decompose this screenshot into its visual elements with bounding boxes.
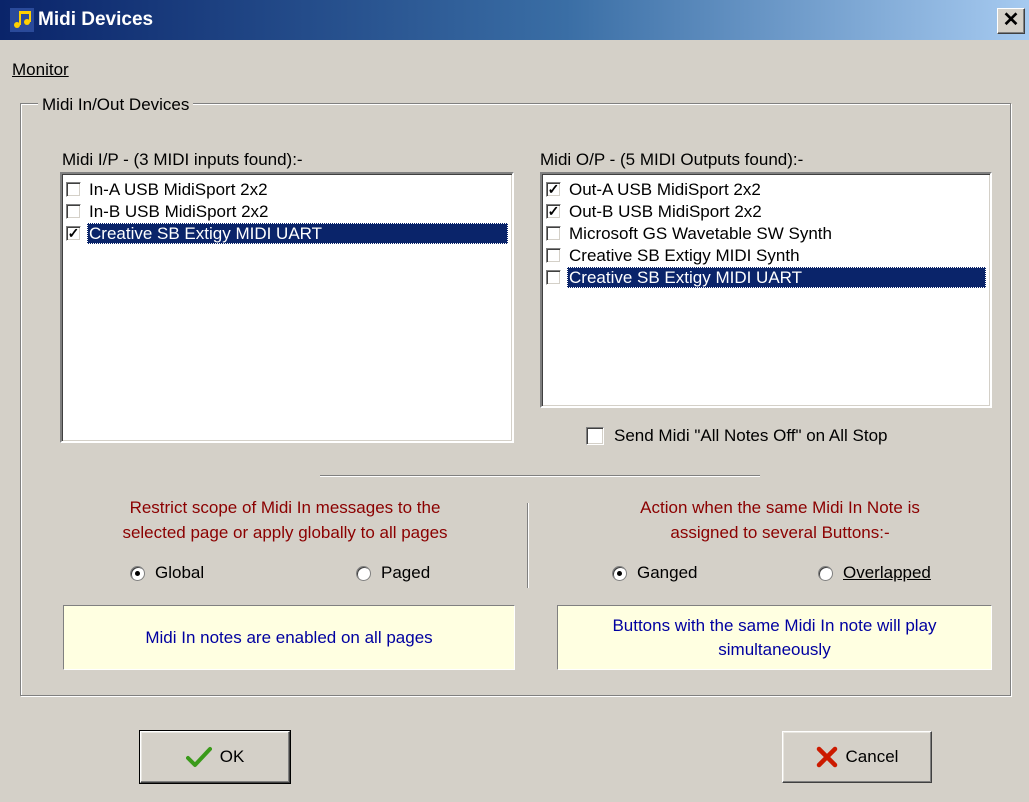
list-item-label: In-A USB MidiSport 2x2: [89, 179, 268, 199]
list-item[interactable]: Microsoft GS Wavetable SW Synth: [546, 222, 836, 244]
outputs-heading: Midi O/P - (5 MIDI Outputs found):-: [540, 150, 804, 169]
list-item[interactable]: In-B USB MidiSport 2x2: [66, 200, 273, 222]
title-bar: Midi Devices ✕: [0, 0, 1029, 40]
checkbox[interactable]: [586, 427, 604, 445]
scope-info-box: Midi In notes are enabled on all pages: [63, 605, 515, 670]
ok-button[interactable]: OK: [139, 730, 291, 784]
list-item-label: In-B USB MidiSport 2x2: [89, 201, 269, 221]
radio-indicator: [130, 565, 145, 581]
all-notes-off-checkbox[interactable]: Send Midi "All Notes Off" on All Stop: [586, 426, 888, 446]
action-info-box: Buttons with the same Midi In note will …: [557, 605, 992, 670]
radio-global[interactable]: Global: [130, 563, 204, 583]
list-item[interactable]: In-A USB MidiSport 2x2: [66, 178, 272, 200]
menu-item-monitor-label: Monitor: [12, 60, 69, 79]
radio-overlapped[interactable]: Overlapped: [818, 563, 931, 583]
radio-indicator: [612, 565, 627, 581]
checkbox[interactable]: [66, 203, 81, 219]
action-description-line: assigned to several Buttons:-: [670, 523, 890, 542]
action-description-line: Action when the same Midi In Note is: [640, 498, 920, 517]
ok-button-label: OK: [219, 747, 245, 766]
window-title: Midi Devices: [38, 9, 154, 30]
close-button[interactable]: ✕: [997, 8, 1025, 34]
scope-description-line: selected page or apply globally to all p…: [122, 523, 448, 542]
list-item[interactable]: ✓ Out-B USB MidiSport 2x2: [546, 200, 766, 222]
list-item[interactable]: Creative SB Extigy MIDI Synth: [546, 244, 804, 266]
checkbox[interactable]: [546, 225, 561, 241]
checkbox[interactable]: ✓: [546, 181, 561, 197]
scope-description: Restrict scope of Midi In messages to th…: [60, 495, 510, 545]
radio-paged-label: Paged: [381, 563, 431, 582]
music-notes-icon: [10, 8, 34, 32]
all-notes-off-label: Send Midi "All Notes Off" on All Stop: [614, 426, 888, 445]
radio-global-label: Global: [155, 563, 205, 582]
cancel-button-label: Cancel: [845, 747, 899, 766]
checkbox[interactable]: [546, 247, 561, 263]
list-item[interactable]: ✓ Out-A USB MidiSport 2x2: [546, 178, 765, 200]
midi-output-list[interactable]: ✓ Out-A USB MidiSport 2x2 ✓ Out-B USB Mi…: [540, 172, 992, 408]
radio-paged[interactable]: Paged: [356, 563, 430, 583]
checkmark-icon: [185, 747, 212, 767]
list-item[interactable]: ✓ Creative SB Extigy MIDI UART: [66, 222, 508, 244]
list-item-label: Creative SB Extigy MIDI UART: [87, 222, 508, 244]
checkbox[interactable]: ✓: [546, 203, 561, 219]
menu-item-monitor[interactable]: Monitor: [12, 60, 69, 80]
list-item-label: Out-A USB MidiSport 2x2: [569, 179, 761, 199]
checkbox[interactable]: ✓: [66, 225, 81, 241]
radio-overlapped-label: Overlapped: [843, 563, 931, 582]
menu-bar: Monitor: [0, 52, 1029, 82]
action-description: Action when the same Midi In Note is ass…: [560, 495, 1000, 545]
list-item-label: Creative SB Extigy MIDI Synth: [569, 245, 800, 265]
list-item-label: Microsoft GS Wavetable SW Synth: [569, 223, 832, 243]
cancel-button[interactable]: Cancel: [782, 731, 932, 783]
radio-indicator: [356, 565, 371, 581]
radio-indicator: [818, 565, 833, 581]
checkbox[interactable]: [546, 269, 561, 285]
inputs-heading: Midi I/P - (3 MIDI inputs found):-: [62, 150, 303, 169]
list-item-label: Creative SB Extigy MIDI UART: [567, 266, 986, 288]
scope-info-text: Midi In notes are enabled on all pages: [145, 627, 433, 647]
close-icon: ✕: [1002, 9, 1020, 31]
action-info-text: Buttons with the same Midi In note will …: [612, 615, 937, 659]
group-label: Midi In/Out Devices: [38, 95, 194, 115]
radio-ganged[interactable]: Ganged: [612, 563, 698, 583]
scope-description-line: Restrict scope of Midi In messages to th…: [129, 498, 441, 517]
separator: [527, 503, 529, 588]
x-icon: [816, 746, 837, 768]
checkbox[interactable]: [66, 181, 81, 197]
list-item-label: Out-B USB MidiSport 2x2: [569, 201, 762, 221]
separator: [320, 475, 760, 477]
midi-input-list[interactable]: In-A USB MidiSport 2x2 In-B USB MidiSpor…: [60, 172, 514, 443]
list-item[interactable]: Creative SB Extigy MIDI UART: [546, 266, 986, 288]
radio-ganged-label: Ganged: [637, 563, 698, 582]
